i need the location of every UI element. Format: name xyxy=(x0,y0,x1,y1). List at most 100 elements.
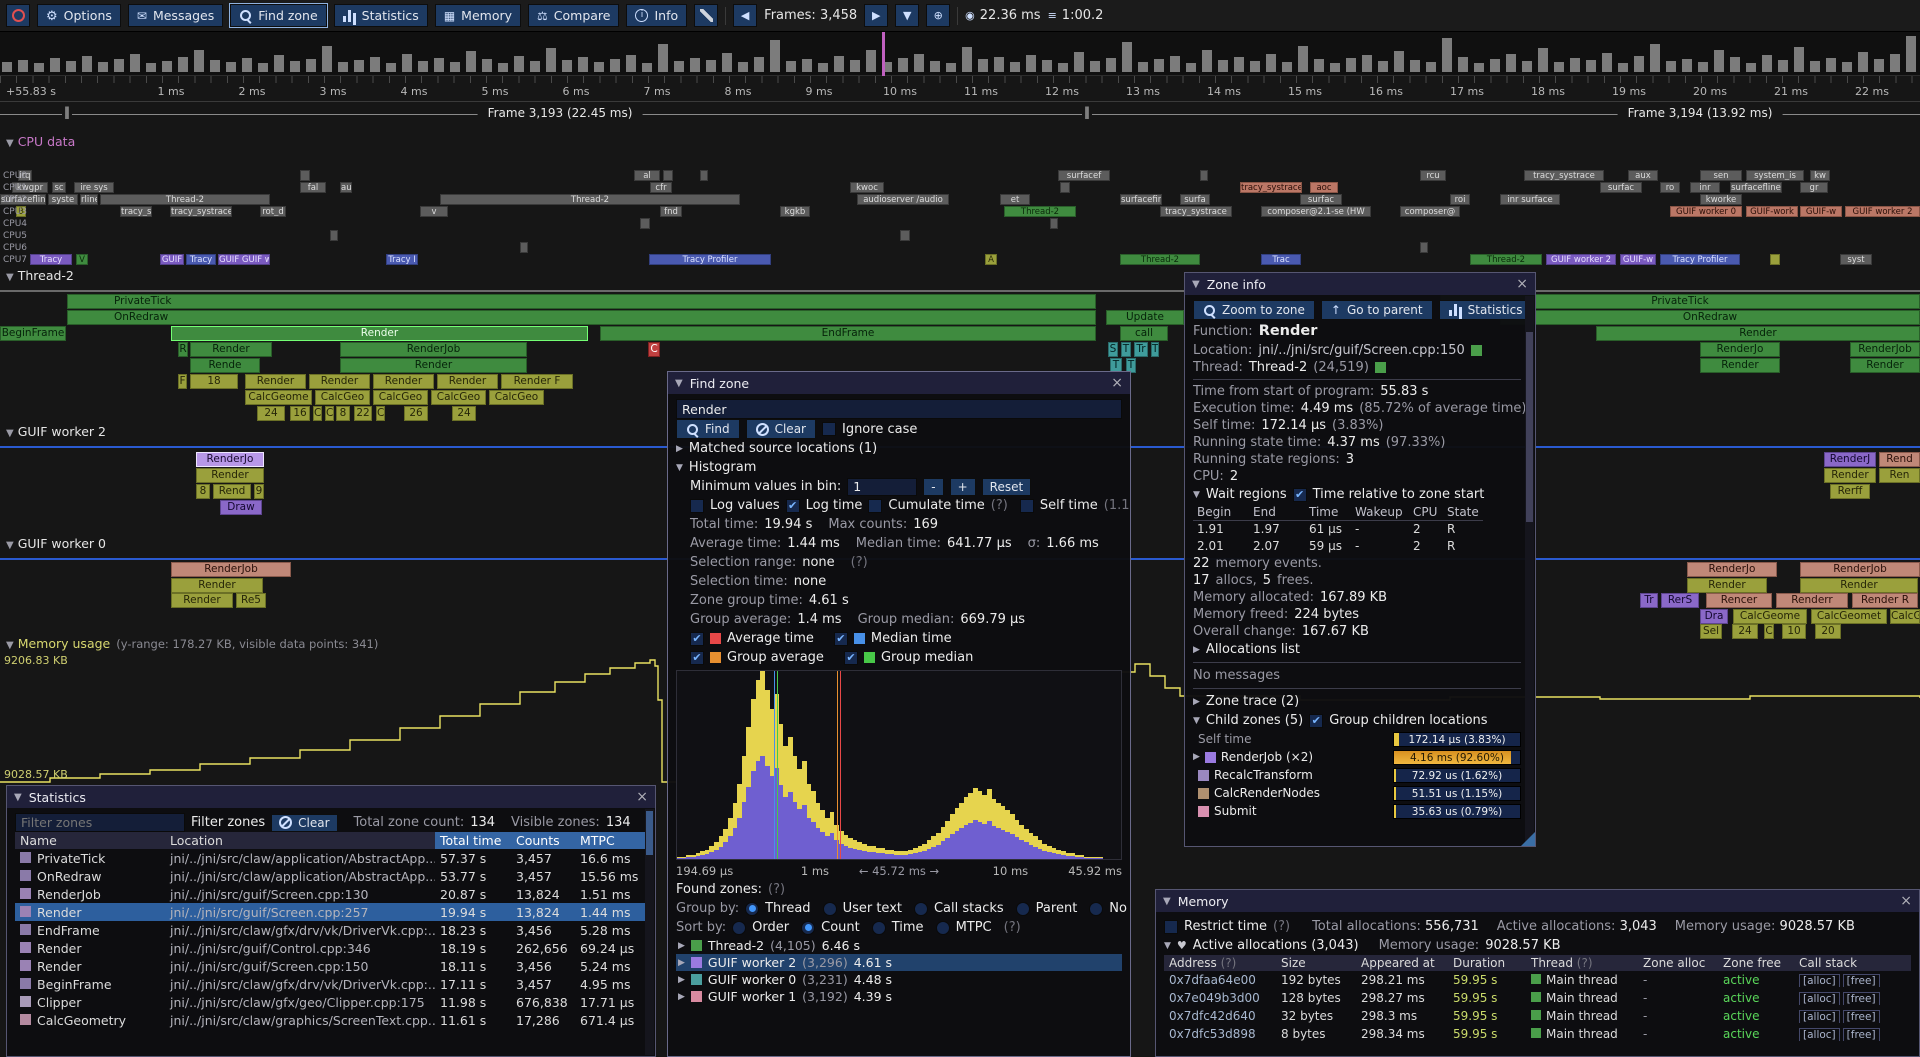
timeline-zone[interactable]: C xyxy=(648,342,660,357)
cpu-segment[interactable] xyxy=(700,170,708,181)
cpu-segment[interactable]: GUIF xyxy=(160,254,184,265)
timeline-zone[interactable]: Render xyxy=(340,358,527,373)
statistics-button[interactable]: Statistics xyxy=(1439,300,1533,320)
column-header-appeared-at[interactable]: Appeared at xyxy=(1356,955,1448,971)
group-average-checkbox[interactable]: ✔ xyxy=(690,651,704,665)
timeline-zone[interactable]: Render xyxy=(171,326,588,341)
cpu-segment[interactable]: audioserver /audio xyxy=(857,194,949,205)
info-button[interactable]: Info xyxy=(626,4,687,27)
timeline-zone[interactable]: CalcGeo xyxy=(431,390,486,405)
found-zone-group[interactable]: ▶Thread-2(4,105)6.46 s xyxy=(676,937,1122,954)
cpu-segment[interactable]: GUIF-w xyxy=(1800,206,1842,217)
cpu-segment[interactable]: tracy_sys xyxy=(120,206,152,217)
table-row[interactable]: RenderJobjni/../jni/src/guif/Screen.cpp:… xyxy=(15,885,647,903)
timeline-zone[interactable]: RenderJ xyxy=(1824,452,1876,467)
cpu-segment[interactable]: au xyxy=(340,182,352,193)
cpu-segment[interactable]: Tracy Profiler xyxy=(649,254,771,265)
column-header-zone-alloc[interactable]: Zone alloc xyxy=(1638,955,1718,971)
child-zone-row[interactable]: CalcRenderNodes51.51 us (1.15%) xyxy=(1193,784,1521,802)
cpu-segment[interactable]: Tracy xyxy=(186,254,216,265)
cpu-segment[interactable]: Thread-2 xyxy=(1004,206,1076,217)
table-row[interactable]: Clipperjni/../jni/src/claw/gfx/geo/Clipp… xyxy=(15,993,647,1011)
timeline-zone[interactable]: T xyxy=(1121,342,1131,357)
column-header-address[interactable]: Address (?) xyxy=(1164,955,1276,971)
timeline-zone[interactable]: Tr xyxy=(1640,593,1658,608)
column-header-name[interactable]: Name xyxy=(15,832,165,849)
decrement-button[interactable]: - xyxy=(923,478,943,496)
timeline-zone[interactable]: 22 xyxy=(354,406,372,421)
column-header-thread[interactable]: Thread (?) xyxy=(1526,955,1638,971)
timeline-zone[interactable]: Update xyxy=(1106,310,1184,325)
timeline-zone[interactable]: CalcGeo xyxy=(489,390,544,405)
timeline-zone[interactable]: PrivateTick xyxy=(67,294,1096,309)
cpu-segment[interactable]: tracy_systrace xyxy=(170,206,232,217)
cpu-segment[interactable]: Thread-2 xyxy=(1470,254,1542,265)
timeline-zone[interactable]: Render xyxy=(1700,358,1780,373)
timeline-zone[interactable]: CalcGeo xyxy=(1890,609,1920,624)
increment-button[interactable]: + xyxy=(950,478,976,496)
column-header-total-time[interactable]: Total time xyxy=(435,832,511,849)
cpu-segment[interactable]: GUIF-work xyxy=(1746,206,1798,217)
timeline-zone[interactable]: Renderr xyxy=(1776,593,1848,608)
cpu-segment[interactable]: surfa xyxy=(1180,194,1210,205)
timeline-zone[interactable]: 16 xyxy=(290,406,310,421)
timeline-zone[interactable]: C xyxy=(1764,624,1774,639)
cpu-segment[interactable]: V xyxy=(76,254,88,265)
frame-markers-row[interactable]: ‖Frame 3,193 (22.45 ms)‖Frame 3,194 (13.… xyxy=(0,102,1920,128)
help-icon[interactable]: (?) xyxy=(1273,919,1290,934)
cpu-segment[interactable] xyxy=(1060,182,1070,193)
cpu-segment[interactable]: rcu xyxy=(1420,170,1446,181)
timeline-zone[interactable]: RenderJo xyxy=(196,452,264,467)
cpu-segment[interactable]: rline xyxy=(80,194,98,205)
cpu-segment[interactable] xyxy=(520,242,528,253)
help-icon[interactable]: (?) xyxy=(768,882,785,897)
cpu-segment[interactable]: system_is xyxy=(1746,170,1804,181)
found-zone-group[interactable]: ▶GUIF worker 1(3,192)4.39 s xyxy=(676,988,1122,1005)
cpu-segment[interactable]: aoc xyxy=(1310,182,1338,193)
free-link[interactable]: [free] xyxy=(1843,1010,1880,1023)
order-radio[interactable] xyxy=(732,921,746,935)
wait-column-begin[interactable]: Begin xyxy=(1193,504,1249,521)
timeline-zone[interactable]: Rencer xyxy=(1706,593,1772,608)
frame-select-button[interactable]: ▼ xyxy=(895,4,919,27)
min-bin-input[interactable] xyxy=(847,478,917,496)
free-link[interactable]: [free] xyxy=(1843,1028,1880,1041)
cpu-segment[interactable]: kworke xyxy=(1700,194,1742,205)
section-header-memory-usage[interactable]: ▼Memory usage(y-range: 178.27 KB, visibl… xyxy=(6,636,378,651)
alloc-link[interactable]: [alloc] xyxy=(1799,1028,1840,1041)
cpu-segment[interactable]: syste xyxy=(48,194,78,205)
wait-column-time[interactable]: Time xyxy=(1305,504,1351,521)
help-icon[interactable]: (?) xyxy=(1004,920,1021,935)
cpu-segment[interactable]: ire sys xyxy=(74,182,114,193)
cpu-segment[interactable]: fnd xyxy=(660,206,682,217)
section-header-thread-2[interactable]: ▼Thread-2 xyxy=(6,268,74,283)
find-zone-histogram[interactable] xyxy=(676,670,1122,860)
child-zone-row[interactable]: ▶RenderJob (×2)4.16 ms (92.60%) xyxy=(1193,748,1521,766)
resize-grip[interactable] xyxy=(1521,832,1535,846)
power-button[interactable] xyxy=(6,4,30,27)
timeline-zone[interactable]: Render R xyxy=(1852,593,1918,608)
median-time-checkbox[interactable]: ✔ xyxy=(834,632,848,646)
zoom-to-zone-button[interactable]: Zoom to zone xyxy=(1193,300,1315,320)
timeline-zone[interactable]: call xyxy=(1120,326,1168,341)
cpu-segment[interactable]: ro xyxy=(1660,182,1680,193)
cpu-segment[interactable]: GUIF worker 2 xyxy=(1546,254,1616,265)
scrollbar-thumb[interactable] xyxy=(646,811,653,855)
statistics-titlebar[interactable]: ▼ Statistics × xyxy=(7,786,655,808)
timeline-zone[interactable]: S xyxy=(1108,342,1118,357)
timeline-zone[interactable]: RerS xyxy=(1661,593,1699,608)
column-header-mtpc[interactable]: MTPC xyxy=(575,832,647,849)
timeline-zone[interactable]: Rend xyxy=(213,484,251,499)
clear-filter-button[interactable]: Clear xyxy=(271,814,337,832)
group-median-checkbox[interactable]: ✔ xyxy=(844,651,858,665)
allocation-row[interactable]: 0x7e049b3d00128 bytes298.27 ms59.95 sMai… xyxy=(1164,989,1911,1007)
timeline-zone[interactable]: 10 xyxy=(1782,624,1806,639)
zone-search-input[interactable] xyxy=(676,399,1122,419)
table-row[interactable]: PrivateTickjni/../jni/src/claw/applicati… xyxy=(15,849,647,867)
timeline-zone[interactable]: 9 xyxy=(254,484,264,499)
cpu-segment[interactable] xyxy=(1200,170,1208,181)
table-row[interactable]: OnRedrawjni/../jni/src/claw/application/… xyxy=(15,867,647,885)
find-zone-titlebar[interactable]: ▼ Find zone × xyxy=(668,372,1130,394)
timeline-zone[interactable]: C xyxy=(313,406,322,421)
histogram-toggle[interactable]: ▼Histogram xyxy=(676,458,1122,477)
